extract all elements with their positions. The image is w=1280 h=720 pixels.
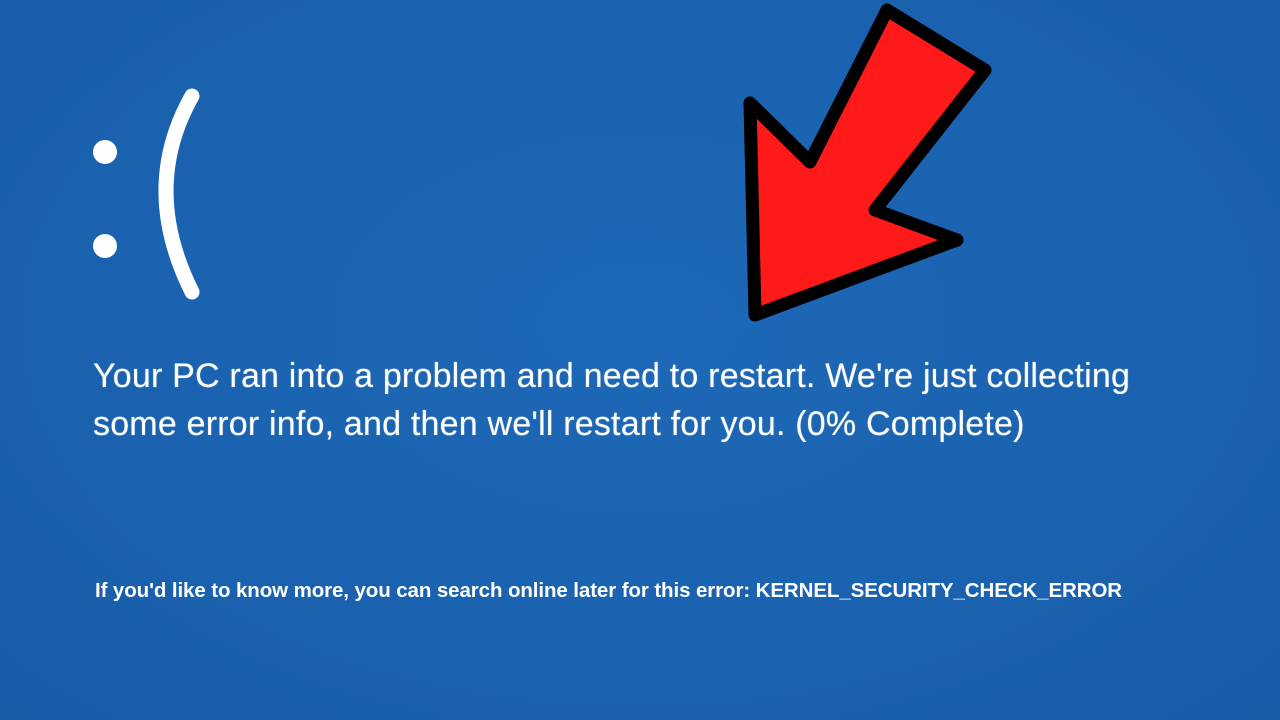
red-arrow-icon: [735, 0, 1005, 330]
sad-face-icon: [84, 78, 224, 318]
error-info-text: If you'd like to know more, you can sear…: [95, 579, 1123, 602]
blue-screen: Your PC ran into a problem and need to r…: [0, 0, 1280, 720]
error-message: Your PC ran into a problem and need to r…: [93, 357, 1131, 443]
